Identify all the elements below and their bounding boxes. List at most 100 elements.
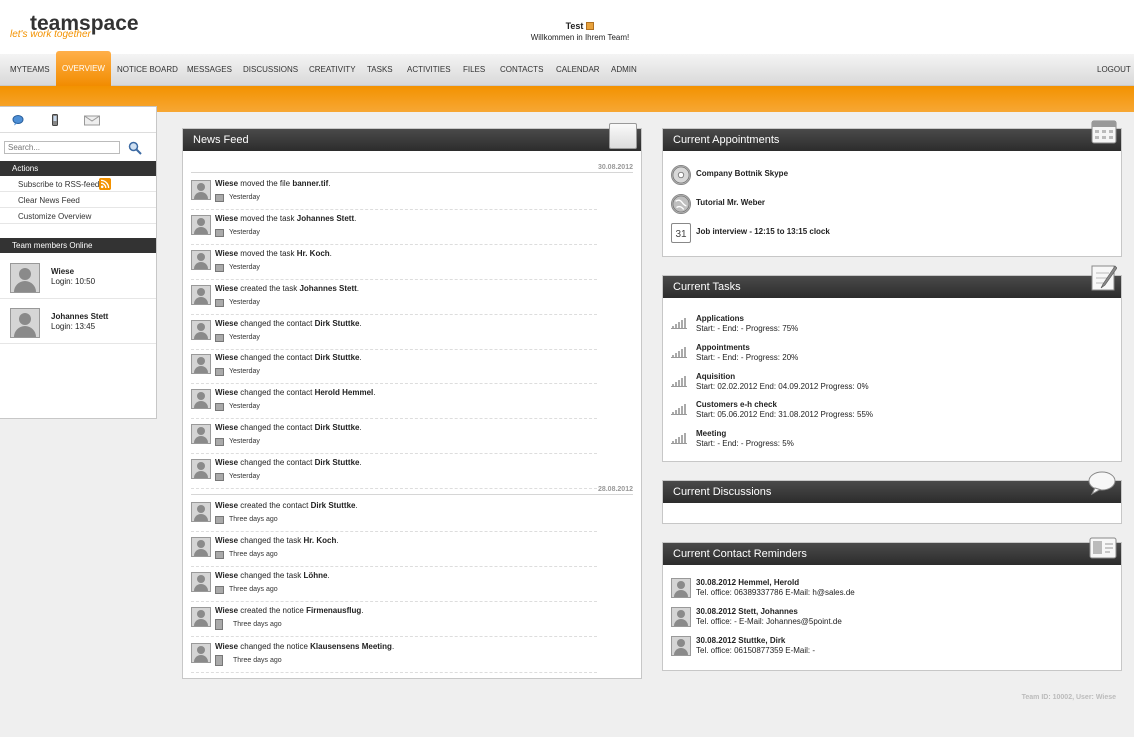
nav-calendar[interactable]: CALENDAR (556, 54, 600, 86)
customize-overview-link[interactable]: Customize Overview (0, 209, 156, 224)
appointment-item[interactable]: Tutorial Mr. Weber (671, 194, 1111, 220)
feed-user[interactable]: Wiese (215, 214, 238, 223)
news-feed-item[interactable]: Wiese moved the task Hr. Koch. Yesterday (191, 247, 597, 280)
subscribe-rss-link[interactable]: Subscribe to RSS-feed (0, 177, 156, 192)
clear-news-feed-link[interactable]: Clear News Feed (0, 193, 156, 208)
news-feed-item[interactable]: Wiese changed the task Löhne. Three days … (191, 569, 597, 602)
feed-user[interactable]: Wiese (215, 423, 238, 432)
member-item[interactable]: Wiese Login: 10:50 (0, 255, 156, 299)
feed-user[interactable]: Wiese (215, 353, 238, 362)
user-name[interactable]: Test (566, 21, 584, 31)
nav-activities[interactable]: ACTIVITIES (407, 54, 451, 86)
feed-object[interactable]: Hr. Koch (297, 249, 330, 258)
feed-object[interactable]: banner.tif (292, 179, 328, 188)
feed-object[interactable]: Dirk Stuttke (315, 353, 360, 362)
avatar (191, 354, 211, 374)
news-feed-item[interactable]: Wiese moved the task Johannes Stett. Yest… (191, 212, 597, 245)
feed-object[interactable]: Dirk Stuttke (311, 501, 356, 510)
feed-action: changed the contact (238, 353, 315, 362)
feed-suffix: . (327, 571, 330, 580)
nav-overview[interactable]: OVERVIEW (56, 51, 111, 86)
task-item[interactable]: Customers e-h check Start: 05.06.2012 End… (671, 398, 1111, 426)
feed-object[interactable]: Dirk Stuttke (315, 458, 360, 467)
feed-user[interactable]: Wiese (215, 319, 238, 328)
news-feed-text: Wiese changed the contact Dirk Stuttke. (215, 353, 362, 362)
feed-object[interactable]: Johannes Stett (297, 214, 354, 223)
news-feed-text: Wiese created the notice Firmenausflug. (215, 606, 363, 615)
welcome-message: Willkommen in Ihrem Team! (530, 33, 630, 42)
calendar-icon (1091, 120, 1117, 144)
nav-myteams[interactable]: MYTEAMS (10, 54, 50, 86)
feed-object[interactable]: Herold Hemmel (315, 388, 374, 397)
nav-files[interactable]: FILES (463, 54, 485, 86)
nav-discussions[interactable]: DISCUSSIONS (243, 54, 298, 86)
rss-icon[interactable] (99, 178, 111, 190)
feed-object[interactable]: Dirk Stuttke (315, 319, 360, 328)
news-feed-item[interactable]: Wiese changed the contact Dirk Stuttke. Y… (191, 317, 597, 350)
contact-item[interactable]: 30.08.2012 Stett, Johannes Tel. office: … (671, 606, 1111, 634)
feed-object[interactable]: Johannes Stett (299, 284, 356, 293)
nav-messages[interactable]: MESSAGES (187, 54, 232, 86)
feed-user[interactable]: Wiese (215, 388, 238, 397)
task-item[interactable]: Appointments Start: - End: - Progress: 20… (671, 341, 1111, 369)
feed-user[interactable]: Wiese (215, 606, 238, 615)
feed-action: changed the notice (238, 642, 311, 651)
news-feed-item[interactable]: Wiese created the notice Firmenausflug. T… (191, 604, 597, 637)
appointments-panel: Current Appointments Company Bottnik Sky… (662, 120, 1122, 257)
feed-user[interactable]: Wiese (215, 536, 238, 545)
appointment-item[interactable]: Company Bottnik Skype (671, 165, 1111, 191)
news-feed-item[interactable]: Wiese changed the contact Herold Hemmel.… (191, 386, 597, 419)
search-icon[interactable] (128, 141, 142, 155)
mail-icon[interactable] (84, 114, 100, 126)
task-item[interactable]: Meeting Start: - End: - Progress: 5% (671, 427, 1111, 455)
feed-suffix: . (328, 179, 331, 188)
feed-action: moved the task (238, 214, 297, 223)
contact-item[interactable]: 30.08.2012 Hemmel, Herold Tel. office: 0… (671, 577, 1111, 605)
feed-user[interactable]: Wiese (215, 501, 238, 510)
news-feed-item[interactable]: Wiese moved the file banner.tif. Yesterda… (191, 177, 597, 210)
news-feed-item[interactable]: Wiese created the contact Dirk Stuttke. T… (191, 499, 597, 532)
member-item[interactable]: Johannes Stett Login: 13:45 (0, 300, 156, 344)
chat-icon[interactable] (12, 114, 24, 126)
nav-admin[interactable]: ADMIN (611, 54, 637, 86)
feed-object[interactable]: Firmenausflug (306, 606, 361, 615)
nav-contacts[interactable]: CONTACTS (500, 54, 543, 86)
progress-bar-segment (684, 404, 686, 414)
task-item[interactable]: Aquisition Start: 02.02.2012 End: 04.09.2… (671, 370, 1111, 398)
feed-time: Three days ago (229, 551, 278, 558)
feed-user[interactable]: Wiese (215, 642, 238, 651)
feed-user[interactable]: Wiese (215, 458, 238, 467)
feed-user[interactable]: Wiese (215, 284, 238, 293)
feed-object[interactable]: Hr. Koch (303, 536, 336, 545)
contact-item[interactable]: 30.08.2012 Stuttke, Dirk Tel. office: 06… (671, 635, 1111, 663)
news-feed-item[interactable]: Wiese changed the contact Dirk Stuttke. Y… (191, 456, 597, 489)
feed-suffix: . (355, 501, 358, 510)
task-details: Start: - End: - Progress: 75% (696, 324, 799, 333)
feed-user[interactable]: Wiese (215, 249, 238, 258)
member-name: Wiese (51, 267, 75, 276)
feed-object[interactable]: Dirk Stuttke (315, 423, 360, 432)
news-feed-item[interactable]: Wiese changed the task Hr. Koch. Three da… (191, 534, 597, 567)
nav-logout[interactable]: LOGOUT (1097, 54, 1131, 86)
news-feed-item[interactable]: Wiese created the task Johannes Stett. Ye… (191, 282, 597, 315)
task-item[interactable]: Applications Start: - End: - Progress: 75… (671, 312, 1111, 340)
news-feed-item[interactable]: Wiese changed the notice Klausensens Mee… (191, 640, 597, 673)
edit-user-icon[interactable] (586, 22, 595, 30)
search-input[interactable] (4, 141, 120, 154)
mobile-icon[interactable] (49, 114, 61, 126)
teamspace-logo[interactable]: teamspace let's work together (10, 12, 139, 40)
news-feed-item[interactable]: Wiese changed the contact Dirk Stuttke. Y… (191, 351, 597, 384)
feed-user[interactable]: Wiese (215, 179, 238, 188)
feed-suffix: . (373, 388, 376, 397)
feed-user[interactable]: Wiese (215, 571, 238, 580)
feed-object[interactable]: Klausensens Meeting (310, 642, 392, 651)
appointment-item[interactable]: 31 Job interview - 12:15 to 13:15 clock (671, 223, 1111, 249)
task-details: Start: - End: - Progress: 5% (696, 439, 794, 448)
nav-notice-board[interactable]: NOTICE BOARD (117, 54, 178, 86)
feed-object[interactable]: Löhne (303, 571, 327, 580)
nav-tasks[interactable]: TASKS (367, 54, 393, 86)
task-details: Start: 02.02.2012 End: 04.09.2012 Progre… (696, 382, 869, 391)
news-feed-item[interactable]: Wiese changed the contact Dirk Stuttke. Y… (191, 421, 597, 454)
nav-creativity[interactable]: CREATIVITY (309, 54, 356, 86)
calendar-day-icon: 31 (671, 223, 691, 243)
